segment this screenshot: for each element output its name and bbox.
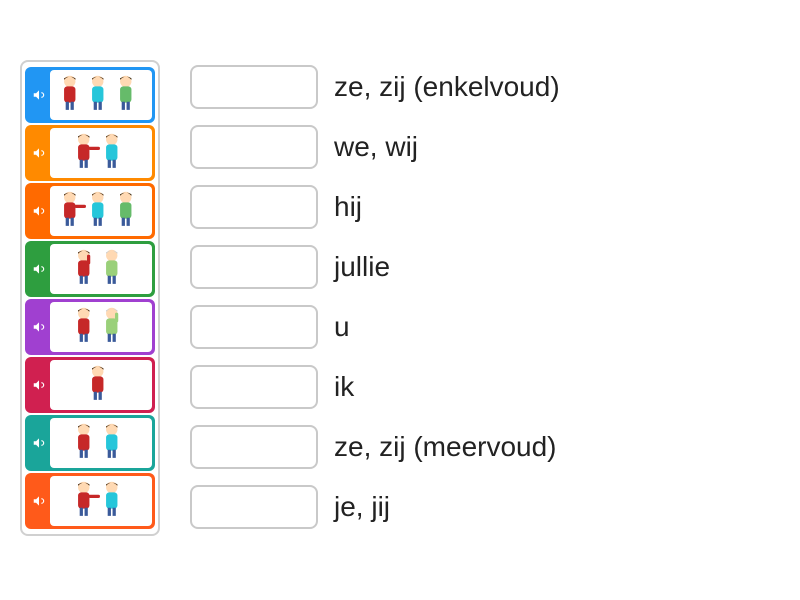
answer-label: ze, zij (enkelvoud)	[334, 71, 560, 103]
person-icon	[60, 187, 86, 234]
drop-zone-6[interactable]	[190, 425, 318, 469]
person-icon	[102, 303, 128, 350]
person-icon	[102, 419, 128, 466]
speaker-icon[interactable]	[32, 436, 46, 450]
draggable-card-6[interactable]	[25, 415, 155, 471]
exercise-container: ze, zij (enkelvoud) we, wij hij jullie u ik ze…	[0, 0, 800, 596]
draggable-card-4[interactable]	[25, 299, 155, 355]
person-icon	[102, 129, 128, 176]
speaker-icon[interactable]	[32, 320, 46, 334]
answer-label: u	[334, 311, 350, 343]
answer-row-3: jullie	[190, 244, 780, 290]
answer-row-7: je, jij	[190, 484, 780, 530]
card-image	[50, 186, 152, 236]
draggable-card-5[interactable]	[25, 357, 155, 413]
person-icon	[74, 419, 100, 466]
answer-label: we, wij	[334, 131, 418, 163]
person-icon	[116, 187, 142, 234]
drop-zone-4[interactable]	[190, 305, 318, 349]
card-image	[50, 70, 152, 120]
drop-zone-1[interactable]	[190, 125, 318, 169]
answer-label: jullie	[334, 251, 390, 283]
answer-label: ik	[334, 371, 354, 403]
answer-row-2: hij	[190, 184, 780, 230]
draggable-cards-column	[20, 60, 160, 536]
card-image	[50, 360, 152, 410]
card-image	[50, 418, 152, 468]
person-icon	[74, 303, 100, 350]
drop-zone-2[interactable]	[190, 185, 318, 229]
person-icon	[88, 361, 114, 408]
card-image	[50, 476, 152, 526]
speaker-icon[interactable]	[32, 204, 46, 218]
drop-zone-3[interactable]	[190, 245, 318, 289]
person-icon	[74, 245, 100, 292]
draggable-card-3[interactable]	[25, 241, 155, 297]
answer-row-1: we, wij	[190, 124, 780, 170]
speaker-icon[interactable]	[32, 262, 46, 276]
answer-row-6: ze, zij (meervoud)	[190, 424, 780, 470]
speaker-icon[interactable]	[32, 494, 46, 508]
answer-row-0: ze, zij (enkelvoud)	[190, 64, 780, 110]
person-icon	[88, 187, 114, 234]
drop-zone-5[interactable]	[190, 365, 318, 409]
person-icon	[102, 245, 128, 292]
card-image	[50, 244, 152, 294]
answer-label: hij	[334, 191, 362, 223]
person-icon	[88, 71, 114, 118]
answers-column: ze, zij (enkelvoud) we, wij hij jullie u ik ze…	[190, 60, 780, 536]
speaker-icon[interactable]	[32, 88, 46, 102]
person-icon	[102, 477, 128, 524]
answer-label: je, jij	[334, 491, 390, 523]
draggable-card-2[interactable]	[25, 183, 155, 239]
person-icon	[116, 71, 142, 118]
person-icon	[60, 71, 86, 118]
card-image	[50, 302, 152, 352]
person-icon	[74, 477, 100, 524]
draggable-card-1[interactable]	[25, 125, 155, 181]
drop-zone-0[interactable]	[190, 65, 318, 109]
person-icon	[74, 129, 100, 176]
draggable-card-0[interactable]	[25, 67, 155, 123]
speaker-icon[interactable]	[32, 146, 46, 160]
draggable-card-7[interactable]	[25, 473, 155, 529]
answer-row-5: ik	[190, 364, 780, 410]
card-image	[50, 128, 152, 178]
answer-row-4: u	[190, 304, 780, 350]
answer-label: ze, zij (meervoud)	[334, 431, 557, 463]
speaker-icon[interactable]	[32, 378, 46, 392]
drop-zone-7[interactable]	[190, 485, 318, 529]
